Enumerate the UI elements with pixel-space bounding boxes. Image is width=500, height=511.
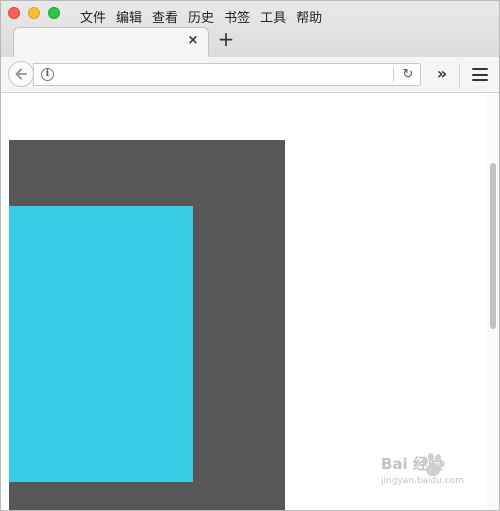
cyan-box (9, 206, 193, 482)
scrollbar-thumb[interactable] (490, 163, 496, 329)
close-tab-icon[interactable]: × (186, 34, 200, 48)
url-divider (393, 67, 394, 82)
window-controls (8, 7, 60, 19)
back-arrow-icon (15, 68, 27, 80)
menu-help[interactable]: 帮助 (296, 7, 322, 26)
title-bar: 文件 编辑 查看 历史 书签 工具 帮助 × + (1, 1, 499, 58)
menu-bookmarks[interactable]: 书签 (224, 7, 250, 26)
watermark-url: jingyan.baidu.com (381, 476, 465, 486)
page-content (1, 93, 489, 510)
close-window-button[interactable] (8, 7, 20, 19)
zoom-window-button[interactable] (48, 7, 60, 19)
address-bar[interactable]: i ↻ (33, 63, 421, 86)
minimize-window-button[interactable] (28, 7, 40, 19)
menu-view[interactable]: 查看 (152, 7, 178, 26)
new-tab-button[interactable]: + (217, 29, 235, 49)
hamburger-menu-icon[interactable] (472, 68, 488, 81)
site-info-icon[interactable]: i (41, 68, 54, 81)
toolbar-separator (459, 63, 460, 87)
menu-history[interactable]: 历史 (188, 7, 214, 26)
browser-window: 文件 编辑 查看 历史 书签 工具 帮助 × + i ↻ » Bai 经验 ji… (0, 0, 500, 511)
vertical-scrollbar[interactable] (487, 93, 499, 510)
reload-icon[interactable]: ↻ (400, 66, 416, 83)
url-input[interactable] (60, 66, 390, 83)
menu-tools[interactable]: 工具 (260, 7, 286, 26)
baidu-watermark: Bai 经验 jingyan.baidu.com (381, 453, 499, 497)
menu-file[interactable]: 文件 (80, 7, 106, 26)
overflow-chevron-icon[interactable]: » (433, 65, 451, 83)
back-button[interactable] (8, 61, 34, 87)
paw-logo-icon (422, 453, 445, 476)
menu-bar: 文件 编辑 查看 历史 书签 工具 帮助 (80, 7, 322, 26)
navigation-toolbar: i ↻ » (1, 57, 499, 93)
browser-tab[interactable]: × (13, 27, 209, 58)
menu-edit[interactable]: 编辑 (116, 7, 142, 26)
